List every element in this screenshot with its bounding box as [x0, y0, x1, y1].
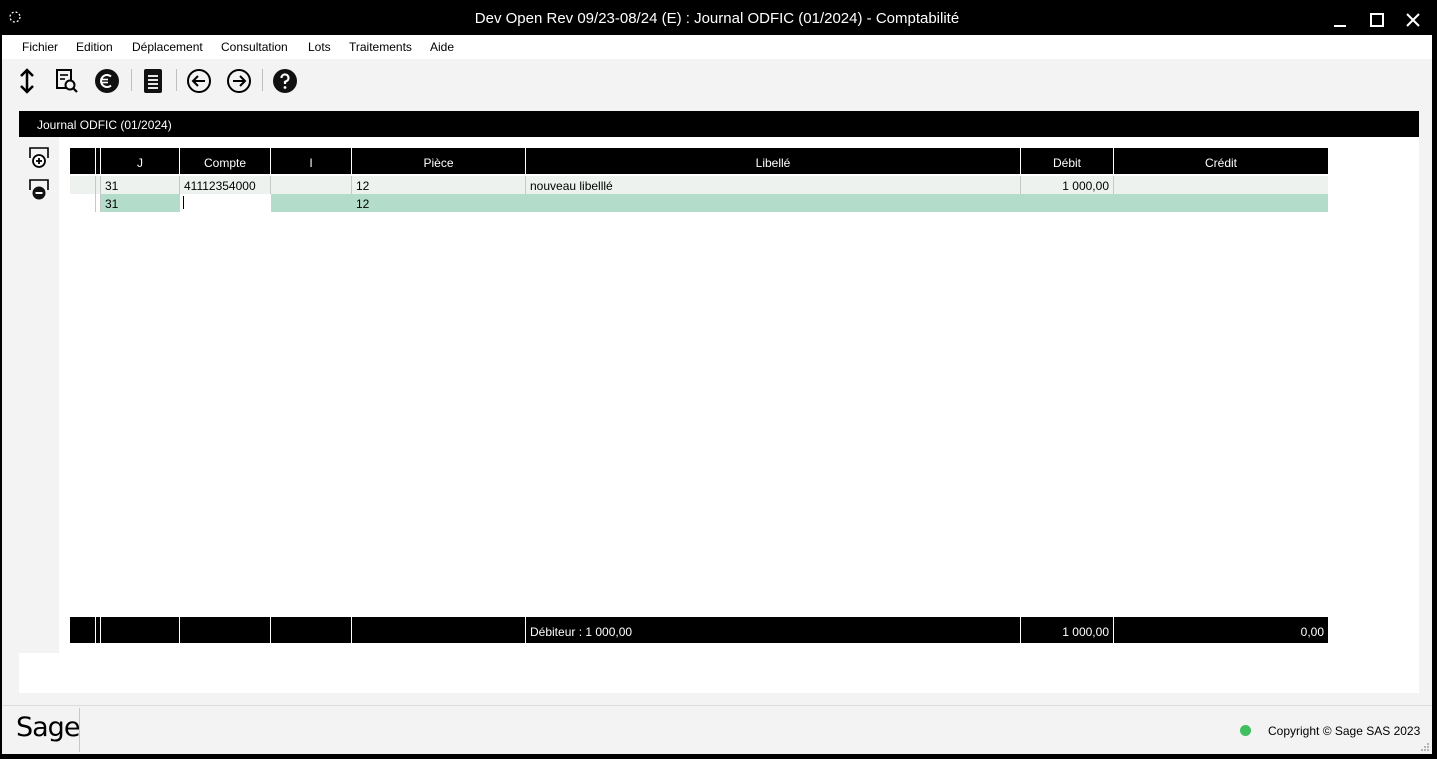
header-indicator-cell — [70, 148, 96, 174]
menu-fichier[interactable]: Fichier — [22, 40, 58, 54]
cell-j[interactable]: 31 — [105, 179, 118, 193]
sort-updown-button[interactable] — [12, 66, 42, 96]
euro-circle-icon — [95, 69, 119, 93]
copyright-text: Copyright © Sage SAS 2023 — [1268, 724, 1421, 738]
window-title: Dev Open Rev 09/23-08/24 (E) : Journal O… — [474, 10, 960, 27]
sage-logo: Sage — [16, 712, 80, 743]
column-header-credit[interactable]: Crédit — [1114, 148, 1328, 174]
cell-column-piece — [352, 176, 526, 194]
search-document-icon — [56, 69, 78, 93]
footer-debtor-label: Débiteur : 1 000,00 — [530, 625, 633, 639]
column-header-j[interactable]: J — [101, 148, 180, 174]
column-header-compte[interactable]: Compte — [180, 148, 271, 174]
column-header-piece[interactable]: Pièce — [352, 148, 526, 174]
resize-grip-icon[interactable] — [1420, 742, 1430, 752]
row-actions-strip — [19, 137, 59, 653]
cell-compte[interactable]: 41112354000 — [184, 179, 256, 193]
maximize-icon[interactable] — [1365, 8, 1389, 32]
title-bar: Dev Open Rev 09/23-08/24 (E) : Journal O… — [2, 2, 1432, 35]
grid-header: J Compte I Pièce Libellé Débit Crédit — [70, 148, 1328, 174]
minimize-icon[interactable] — [1328, 8, 1352, 32]
footer-cell-j — [101, 617, 180, 643]
currency-button[interactable] — [92, 66, 122, 96]
cell-piece[interactable]: 12 — [356, 179, 369, 193]
toolbar — [2, 59, 1432, 103]
connection-status-indicator — [1240, 725, 1251, 736]
document-list-button[interactable] — [138, 66, 168, 96]
row-indicator-cell — [70, 176, 96, 194]
status-bar: Sage Copyright © Sage SAS 2023 — [2, 705, 1432, 754]
column-header-libelle[interactable]: Libellé — [526, 148, 1021, 174]
document-list-icon — [144, 69, 162, 93]
footer-debit-total: 1 000,00 — [1062, 625, 1109, 639]
row-indicator-cell — [70, 194, 96, 212]
toolbar-separator — [262, 69, 263, 91]
menu-deplacement[interactable]: Déplacement — [132, 40, 203, 54]
close-icon[interactable] — [1401, 8, 1425, 32]
arrow-left-circle-icon — [187, 69, 211, 93]
text-cursor — [183, 196, 184, 209]
column-header-i[interactable]: I — [271, 148, 352, 174]
menu-aide[interactable]: Aide — [430, 40, 454, 54]
add-line-icon[interactable] — [26, 145, 52, 171]
cell-libelle[interactable]: nouveau libelllé — [530, 179, 613, 193]
footer-cell-compte — [180, 617, 271, 643]
search-document-button[interactable] — [52, 66, 82, 96]
compte-edit-field[interactable] — [180, 194, 271, 212]
menu-consultation[interactable]: Consultation — [221, 40, 288, 54]
arrow-right-circle-icon — [227, 69, 251, 93]
panel-title: Journal ODFIC (01/2024) — [37, 118, 172, 132]
help-icon — [273, 69, 297, 93]
cell-column-i — [271, 176, 352, 194]
grid-footer-totals: Débiteur : 1 000,00 1 000,00 0,00 — [70, 617, 1328, 643]
footer-indicator-cell — [70, 617, 96, 643]
cell-debit[interactable]: 1 000,00 — [1021, 179, 1109, 193]
cell-j[interactable]: 31 — [105, 197, 118, 211]
app-window: Dev Open Rev 09/23-08/24 (E) : Journal O… — [2, 2, 1432, 754]
sort-updown-icon — [20, 68, 34, 94]
column-header-debit[interactable]: Débit — [1021, 148, 1114, 174]
footer-credit-total: 0,00 — [1300, 625, 1324, 639]
menu-bar: Fichier Edition Déplacement Consultation… — [2, 35, 1432, 59]
menu-lots[interactable]: Lots — [308, 40, 331, 54]
journal-panel-body — [19, 137, 1419, 693]
cell-piece[interactable]: 12 — [356, 197, 369, 211]
menu-traitements[interactable]: Traitements — [349, 40, 412, 54]
table-row[interactable]: 31 41112354000 12 nouveau libelllé 1 000… — [70, 176, 1328, 194]
help-button[interactable] — [270, 66, 300, 96]
menu-edition[interactable]: Edition — [76, 40, 113, 54]
status-separator — [79, 708, 80, 752]
footer-cell-piece — [352, 617, 526, 643]
previous-button[interactable] — [184, 66, 214, 96]
next-button[interactable] — [224, 66, 254, 96]
journal-panel-header: Journal ODFIC (01/2024) — [19, 111, 1419, 137]
table-row[interactable]: 31 12 — [70, 194, 1328, 212]
row-marker-cell — [96, 194, 101, 212]
remove-line-icon[interactable] — [26, 177, 52, 203]
toolbar-separator — [176, 69, 177, 91]
footer-cell-i — [271, 617, 352, 643]
toolbar-separator — [131, 69, 132, 91]
